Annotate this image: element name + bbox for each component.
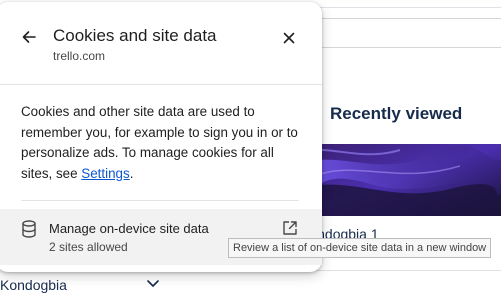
popup-title: Cookies and site data xyxy=(53,26,217,45)
chevron-down-icon[interactable] xyxy=(144,276,162,292)
description-end: . xyxy=(129,165,134,181)
manage-data-tooltip: Review a list of on-device site data in … xyxy=(228,238,492,258)
back-arrow-icon xyxy=(22,31,36,43)
section-divider xyxy=(21,200,299,201)
settings-link[interactable]: Settings xyxy=(81,166,129,181)
close-icon xyxy=(283,32,295,44)
database-icon xyxy=(22,220,36,238)
close-button[interactable] xyxy=(278,27,300,49)
description-text: Cookies and other site data are used to … xyxy=(21,104,298,181)
header-divider xyxy=(0,84,322,85)
cookies-description: Cookies and other site data are used to … xyxy=(21,102,307,184)
cookies-site-data-popup: Cookies and site data trello.com Cookies… xyxy=(0,2,322,272)
board-thumbnail[interactable] xyxy=(300,144,501,216)
manage-site-data-label: Manage on-device site data xyxy=(49,221,209,236)
board-background-image xyxy=(300,144,501,216)
sidebar-item-workspace[interactable]: Kondogbia xyxy=(0,277,67,293)
sites-allowed-count: 2 sites allowed xyxy=(49,240,128,254)
background-topbar xyxy=(300,0,501,8)
site-domain: trello.com xyxy=(53,49,106,63)
recently-viewed-heading: Recently viewed xyxy=(330,104,463,123)
background-divider xyxy=(300,270,501,271)
back-button[interactable] xyxy=(18,26,40,48)
open-in-new-icon xyxy=(283,221,297,235)
background-search-field[interactable] xyxy=(305,18,501,48)
